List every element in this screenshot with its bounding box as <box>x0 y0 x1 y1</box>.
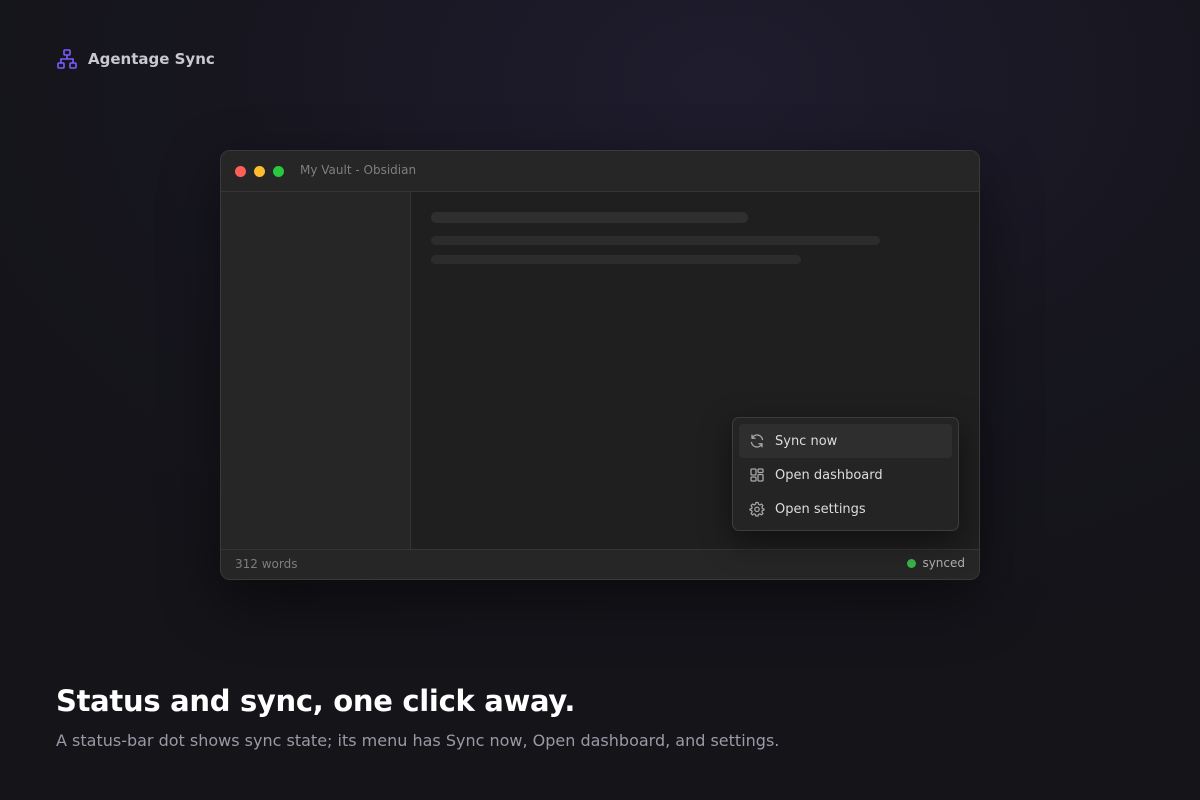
menu-item-open-settings[interactable]: Open settings <box>739 492 952 526</box>
menu-item-sync-now[interactable]: Sync now <box>739 424 952 458</box>
sync-status-button[interactable]: synced <box>907 556 965 570</box>
placeholder-heading <box>431 212 748 223</box>
sync-status-dot[interactable] <box>907 558 917 568</box>
placeholder-line <box>431 255 801 264</box>
word-count: 312 words <box>235 557 298 571</box>
sitemap-icon <box>57 49 77 69</box>
window-title: My Vault - Obsidian <box>300 163 417 177</box>
sync-status-label[interactable]: synced <box>922 556 965 570</box>
refresh-icon <box>750 434 764 448</box>
sync-menu: Sync now Open dashboard Open settings <box>732 417 959 531</box>
gear-icon <box>749 501 765 517</box>
brand: Agentage Sync <box>56 48 215 70</box>
headline: Status and sync, one click away. <box>56 684 576 718</box>
subheadline: A status-bar dot shows sync state; its m… <box>56 731 780 750</box>
menu-item-label: Sync now <box>775 433 838 449</box>
sidebar <box>221 192 411 549</box>
status-bar: 312 words synced <box>221 549 979 579</box>
placeholder-line <box>431 236 880 245</box>
menu-item-open-dashboard[interactable]: Open dashboard <box>739 458 952 492</box>
dashboard-icon <box>750 468 764 482</box>
maximize-window-button[interactable] <box>273 166 284 177</box>
brand-name: Agentage Sync <box>88 50 215 68</box>
menu-item-label: Open dashboard <box>775 467 883 483</box>
minimize-window-button[interactable] <box>254 166 265 177</box>
menu-item-label: Open settings <box>775 501 866 517</box>
title-bar: My Vault - Obsidian <box>221 151 979 192</box>
close-window-button[interactable] <box>235 166 246 177</box>
